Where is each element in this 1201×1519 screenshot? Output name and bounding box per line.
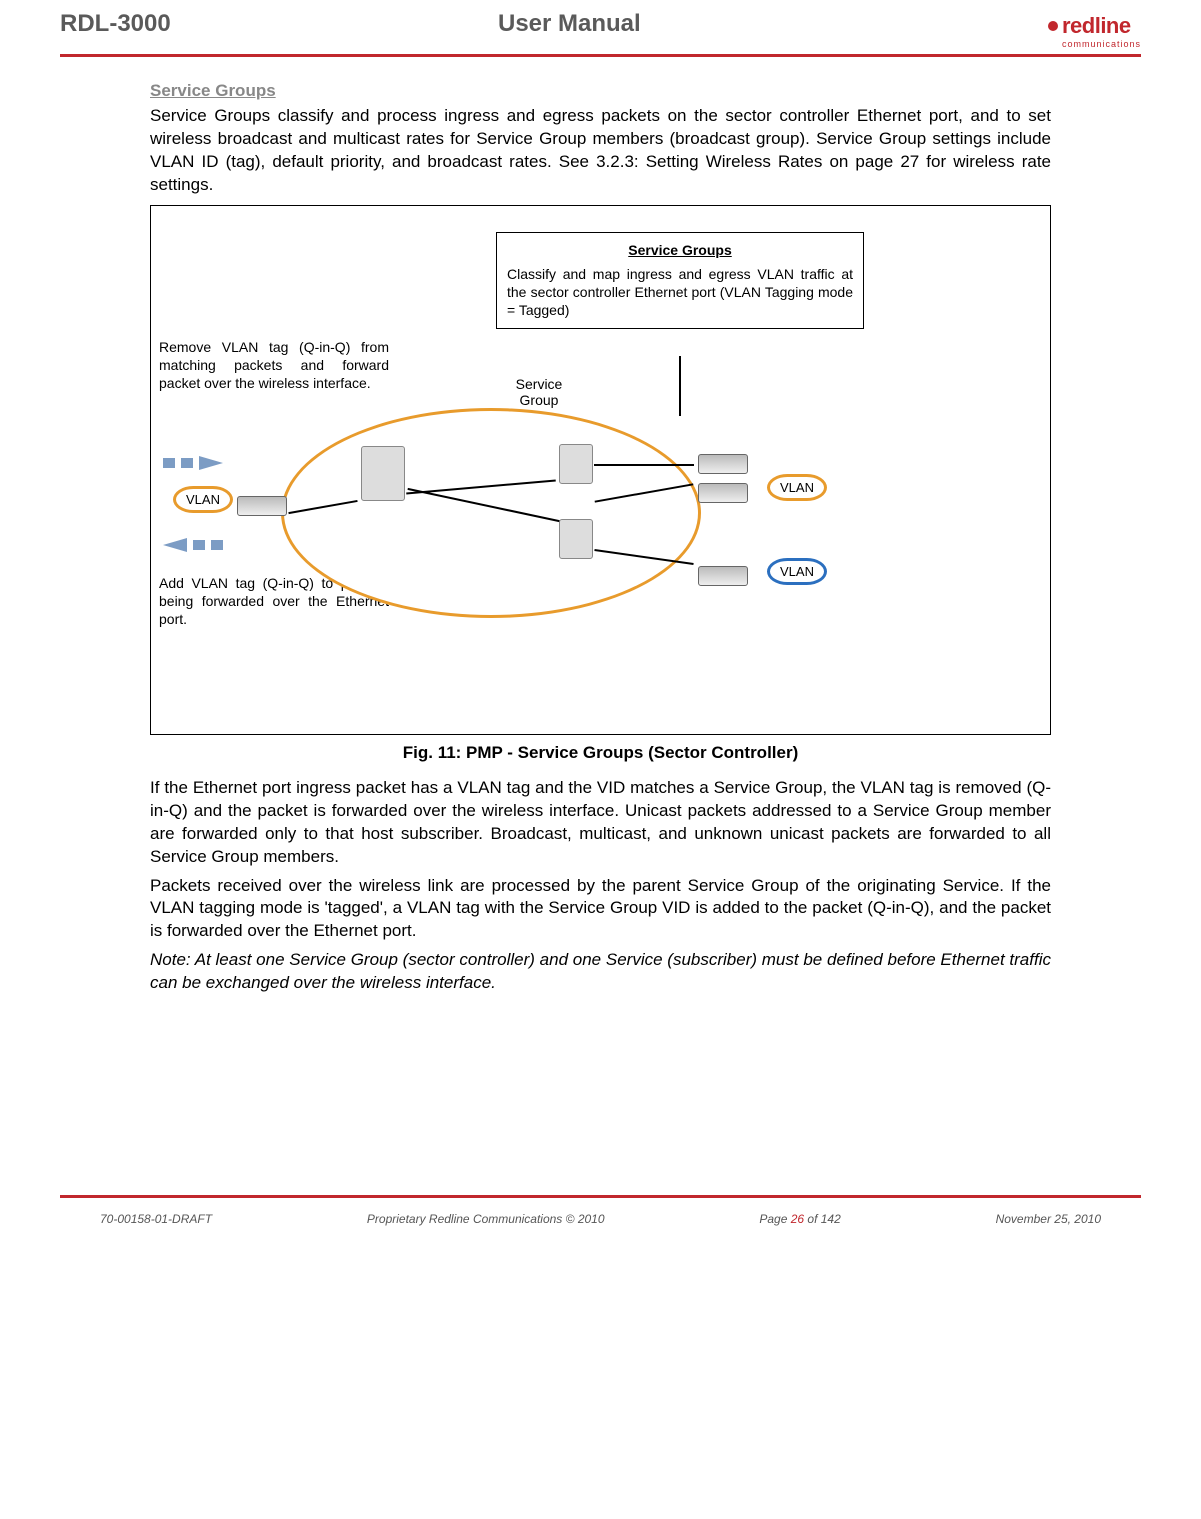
sector-controller-icon [361, 446, 405, 501]
vlan-bubble-right-top: VLAN [767, 474, 827, 501]
router-icon [698, 566, 748, 586]
footer-copyright: Proprietary Redline Communications © 201… [367, 1212, 605, 1226]
arrow-right-icon [163, 456, 223, 470]
callout-remove-vlan: Remove VLAN tag (Q-in-Q) from matching p… [159, 338, 389, 393]
redline-logo: redline communications [1048, 13, 1141, 49]
figure-caption: Fig. 11: PMP - Service Groups (Sector Co… [150, 743, 1051, 763]
arrow-left-icon [163, 538, 223, 552]
intro-paragraph: Service Groups classify and process ingr… [150, 105, 1051, 197]
label-service-group: Service Group [499, 376, 579, 408]
logo-text: redline [1062, 13, 1131, 39]
note-paragraph: Note: At least one Service Group (sector… [150, 949, 1051, 995]
header-divider [60, 54, 1141, 57]
connection-line [594, 464, 694, 466]
section-heading: Service Groups [150, 81, 1051, 101]
footer-date: November 25, 2010 [996, 1212, 1101, 1226]
footer-page-number: Page 26 of 142 [759, 1212, 840, 1226]
document-type: User Manual [171, 10, 968, 38]
wireless-cloud-icon [281, 408, 701, 618]
main-content: Service Groups Service Groups classify a… [60, 81, 1141, 995]
body-paragraph-2: If the Ethernet port ingress packet has … [150, 777, 1051, 869]
model-number: RDL-3000 [60, 10, 171, 38]
page-footer: 70-00158-01-DRAFT Proprietary Redline Co… [60, 1198, 1141, 1246]
router-icon [698, 454, 748, 474]
logo-subtext: communications [1062, 39, 1141, 49]
callout-service-groups: Service Groups Classify and map ingress … [496, 232, 864, 329]
callout-sg-body: Classify and map ingress and egress VLAN… [507, 266, 853, 318]
router-icon [698, 483, 748, 503]
logo-dot-icon [1048, 21, 1058, 31]
body-paragraph-3: Packets received over the wireless link … [150, 875, 1051, 944]
figure-11-diagram: Service Groups Classify and map ingress … [150, 205, 1051, 735]
router-icon [237, 496, 287, 516]
subscriber-icon [559, 519, 593, 559]
subscriber-icon [559, 444, 593, 484]
callout-sg-title: Service Groups [507, 241, 853, 259]
page-header: RDL-3000 User Manual redline communicati… [60, 0, 1141, 54]
footer-doc-id: 70-00158-01-DRAFT [100, 1212, 212, 1226]
callout-connector [679, 356, 681, 416]
vlan-bubble-left: VLAN [173, 486, 233, 513]
vlan-bubble-right-bottom: VLAN [767, 558, 827, 585]
